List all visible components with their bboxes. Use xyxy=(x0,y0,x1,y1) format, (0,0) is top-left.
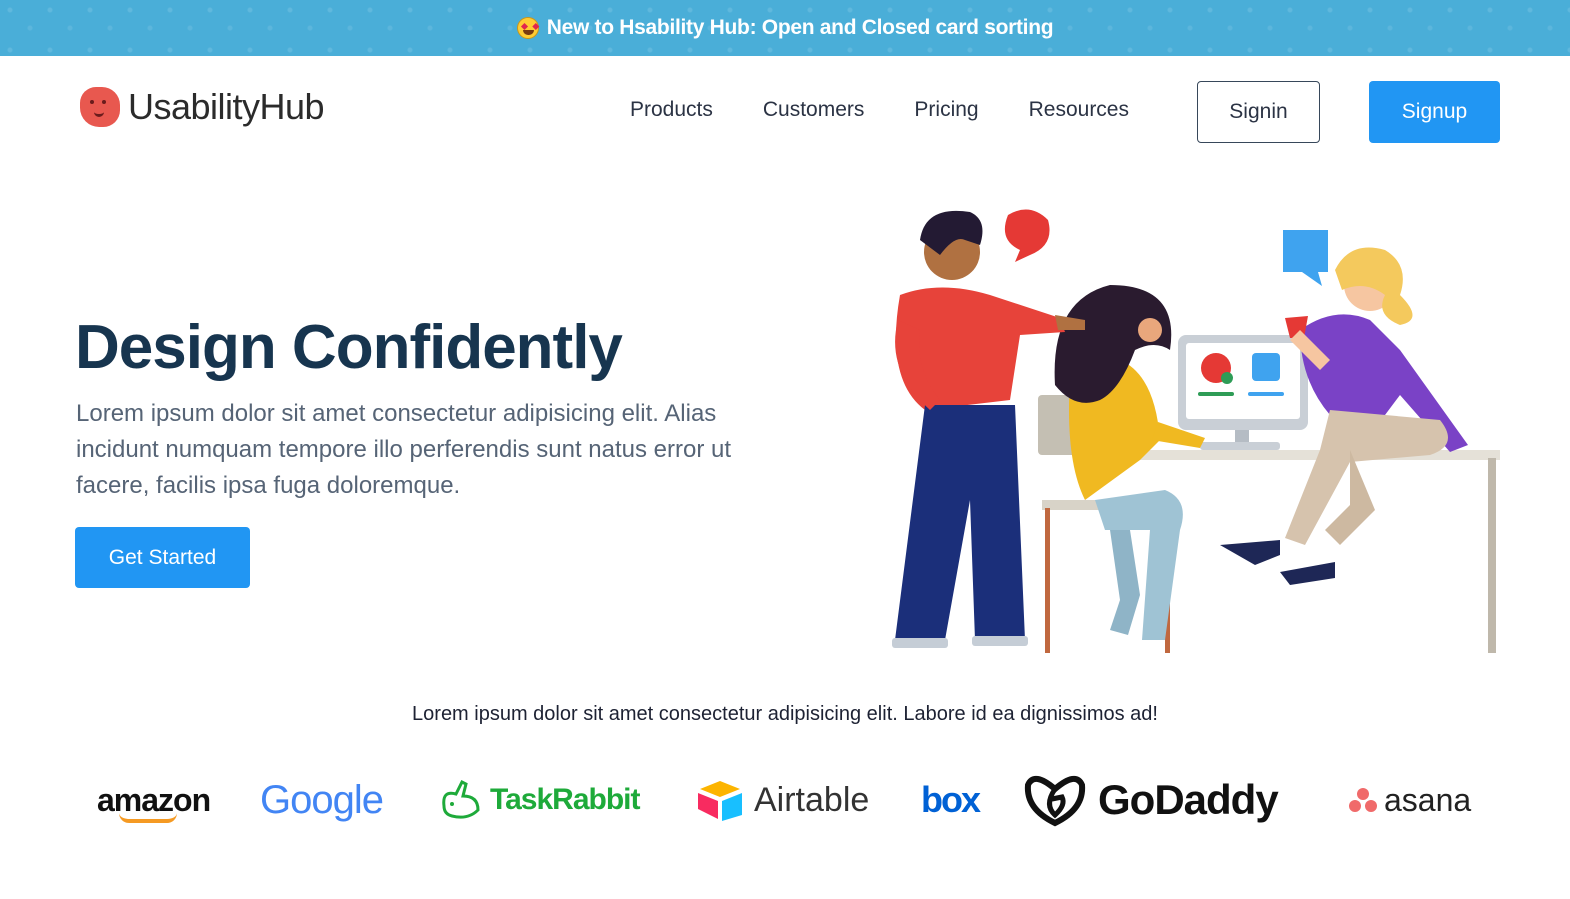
airtable-logo-text: Airtable xyxy=(754,780,870,819)
customer-logos: amazon Google TaskRabbit Airtable box Go… xyxy=(0,760,1570,840)
godaddy-logo-text: GoDaddy xyxy=(1098,776,1279,823)
taskrabbit-logo: TaskRabbit xyxy=(438,760,640,840)
usabilityhub-logo-icon xyxy=(80,87,120,127)
amazon-smile-icon xyxy=(119,813,177,823)
rabbit-icon xyxy=(442,780,480,819)
brand-logo[interactable]: UsabilityHub xyxy=(80,86,325,128)
nav-resources[interactable]: Resources xyxy=(1029,98,1129,122)
top-navigation: UsabilityHub Products Customers Pricing … xyxy=(0,56,1570,168)
asana-logo: asana xyxy=(1348,760,1471,840)
signup-button[interactable]: Signup xyxy=(1369,81,1500,143)
nav-customers[interactable]: Customers xyxy=(763,98,865,122)
asana-logo-text: asana xyxy=(1384,781,1472,818)
godaddy-icon xyxy=(1024,776,1086,827)
brand-name: UsabilityHub xyxy=(128,86,325,127)
nav-products[interactable]: Products xyxy=(630,98,713,122)
get-started-button[interactable]: Get Started xyxy=(75,527,250,588)
nav-pricing[interactable]: Pricing xyxy=(914,98,978,122)
hero-description: Lorem ipsum dolor sit amet consectetur a… xyxy=(76,400,732,499)
hero-title: Design Confidently xyxy=(75,313,623,382)
team-working-illustration xyxy=(892,209,1500,653)
google-logo-text: Google xyxy=(260,777,384,822)
airtable-logo: Airtable xyxy=(696,760,869,840)
announcement-text: New to Hsability Hub: Open and Closed ca… xyxy=(546,16,1054,39)
box-logo: box xyxy=(921,760,981,840)
main-menu: Products Customers Pricing Resources xyxy=(630,98,1129,122)
star-struck-emoji-icon xyxy=(516,17,539,39)
asana-icon xyxy=(1349,788,1377,812)
signin-button[interactable]: Signin xyxy=(1197,81,1320,143)
taskrabbit-logo-text: TaskRabbit xyxy=(490,783,640,816)
google-logo: Google xyxy=(260,760,384,840)
godaddy-logo: GoDaddy xyxy=(1022,760,1279,840)
airtable-icon xyxy=(698,781,742,821)
customers-tagline: Lorem ipsum dolor sit amet consectetur a… xyxy=(412,703,1158,725)
amazon-logo: amazon xyxy=(97,760,211,840)
announcement-banner[interactable]: New to Hsability Hub: Open and Closed ca… xyxy=(0,0,1570,56)
box-logo-text: box xyxy=(921,779,981,820)
